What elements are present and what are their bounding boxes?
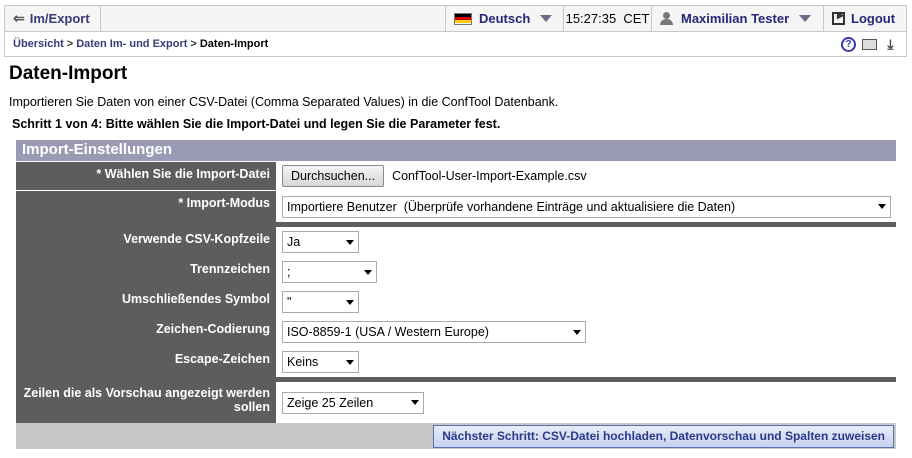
mode-value: Importiere Benutzer (Überprüfe vorhanden…	[278, 191, 896, 222]
enclosure-selected: "	[287, 295, 292, 309]
separator-row: Trennzeichen ;	[16, 257, 896, 287]
escape-value: Keins	[278, 347, 896, 377]
import-mode-value: Importiere Benutzer (Überprüfe vorhanden…	[287, 199, 736, 214]
header-row-select[interactable]: Ja	[282, 231, 359, 253]
encoding-selected: ISO-8859-1 (USA / Western Europe)	[287, 325, 489, 339]
preview-label: Zeilen die als Vorschau angezeigt werden…	[16, 382, 278, 423]
clock-text: 15:27:35 CET	[565, 11, 650, 26]
import-mode-select[interactable]: Importiere Benutzer (Überprüfe vorhanden…	[282, 195, 891, 218]
help-icon[interactable]: ?	[841, 36, 856, 52]
preview-rows-selected: Zeige 25 Zeilen	[287, 395, 374, 410]
encoding-value: ISO-8859-1 (USA / Western Europe)	[278, 317, 896, 347]
user-menu[interactable]: Maximilian Tester	[652, 6, 824, 31]
separator-select[interactable]: ;	[282, 261, 377, 283]
dropdown-arrow-icon	[346, 359, 354, 365]
dropdown-arrow-icon	[573, 329, 581, 335]
print-icon[interactable]	[862, 38, 877, 50]
breadcrumb-separator: >	[66, 38, 74, 50]
header-row-value: Ja	[278, 227, 896, 257]
form-header: Import-Einstellungen	[16, 140, 896, 162]
user-name: Maximilian Tester	[681, 11, 790, 26]
breadcrumb-separator: >	[190, 38, 197, 50]
user-icon	[660, 12, 673, 25]
enclosure-value: "	[278, 287, 896, 317]
file-name: ConfTool-User-Import-Example.csv	[392, 169, 587, 183]
import-settings-form: Import-Einstellungen * Wählen Sie die Im…	[16, 140, 896, 449]
page-title: Daten-Import	[9, 63, 128, 84]
back-arrow-icon: ⇐	[13, 10, 25, 26]
form-footer: Nächster Schritt: CSV-Datei hochladen, D…	[16, 423, 896, 449]
file-value: Durchsuchen... ConfTool-User-Import-Exam…	[278, 162, 896, 190]
dropdown-arrow-icon	[411, 400, 419, 405]
clock: 15:27:35 CET	[564, 6, 652, 31]
top-bar: ⇐ Im/Export Deutsch 15:27:35 CET Maximil…	[4, 5, 907, 32]
back-link-label: Im/Export	[29, 11, 90, 26]
dropdown-arrow-icon	[346, 299, 354, 305]
escape-select[interactable]: Keins	[282, 351, 359, 373]
enclosure-label: Umschließendes Symbol	[16, 287, 278, 317]
escape-row: Escape-Zeichen Keins	[16, 347, 896, 377]
next-step-button[interactable]: Nächster Schritt: CSV-Datei hochladen, D…	[433, 424, 894, 448]
intro-text: Importieren Sie Daten von einer CSV-Date…	[9, 95, 559, 109]
logout-label: Logout	[851, 11, 896, 26]
german-flag-icon	[454, 12, 472, 25]
logout-button[interactable]: Logout	[824, 6, 906, 31]
preview-value: Zeige 25 Zeilen	[278, 382, 896, 423]
dropdown-arrow-icon	[878, 204, 886, 209]
page-tools: ? ⤓	[841, 36, 898, 52]
header-row-row: Verwende CSV-Kopfzeile Ja	[16, 227, 896, 257]
breadcrumb-item-overview[interactable]: Übersicht	[13, 38, 64, 50]
dropdown-arrow-icon	[364, 269, 372, 275]
logout-icon	[832, 10, 845, 25]
language-selector[interactable]: Deutsch	[446, 6, 564, 31]
dropdown-arrow-icon	[346, 239, 354, 245]
language-label: Deutsch	[479, 11, 531, 26]
mode-row: * Import-Modus Importiere Benutzer (Über…	[16, 191, 896, 222]
separator-value: ;	[278, 257, 896, 287]
preview-rows-select[interactable]: Zeige 25 Zeilen	[282, 391, 424, 414]
mode-label: * Import-Modus	[16, 191, 278, 222]
encoding-select[interactable]: ISO-8859-1 (USA / Western Europe)	[282, 321, 586, 343]
download-icon[interactable]: ⤓	[883, 36, 898, 52]
breadcrumb: Übersicht > Daten Im- und Export > Daten…	[4, 32, 907, 57]
escape-label: Escape-Zeichen	[16, 347, 278, 377]
preview-row: Zeilen die als Vorschau angezeigt werden…	[16, 382, 896, 423]
encoding-row: Zeichen-Codierung ISO-8859-1 (USA / West…	[16, 317, 896, 347]
file-row: * Wählen Sie die Import-Datei Durchsuche…	[16, 162, 896, 191]
top-bar-spacer	[101, 6, 446, 31]
file-label: * Wählen Sie die Import-Datei	[16, 162, 278, 190]
breadcrumb-item-data-import-export[interactable]: Daten Im- und Export	[76, 38, 187, 50]
back-link[interactable]: ⇐ Im/Export	[5, 6, 101, 31]
header-row-label: Verwende CSV-Kopfzeile	[16, 227, 278, 257]
header-row-selected: Ja	[287, 235, 301, 249]
chevron-down-icon	[799, 15, 812, 22]
step-instruction: Schritt 1 von 4: Bitte wählen Sie die Im…	[12, 117, 501, 131]
enclosure-select[interactable]: "	[282, 291, 359, 313]
escape-selected: Keins	[287, 355, 319, 369]
browse-button[interactable]: Durchsuchen...	[282, 165, 385, 187]
separator-selected: ;	[287, 265, 291, 279]
breadcrumb-item-current: Daten-Import	[199, 38, 269, 50]
enclosure-row: Umschließendes Symbol "	[16, 287, 896, 317]
chevron-down-icon	[540, 15, 553, 22]
encoding-label: Zeichen-Codierung	[16, 317, 278, 347]
separator-label: Trennzeichen	[16, 257, 278, 287]
